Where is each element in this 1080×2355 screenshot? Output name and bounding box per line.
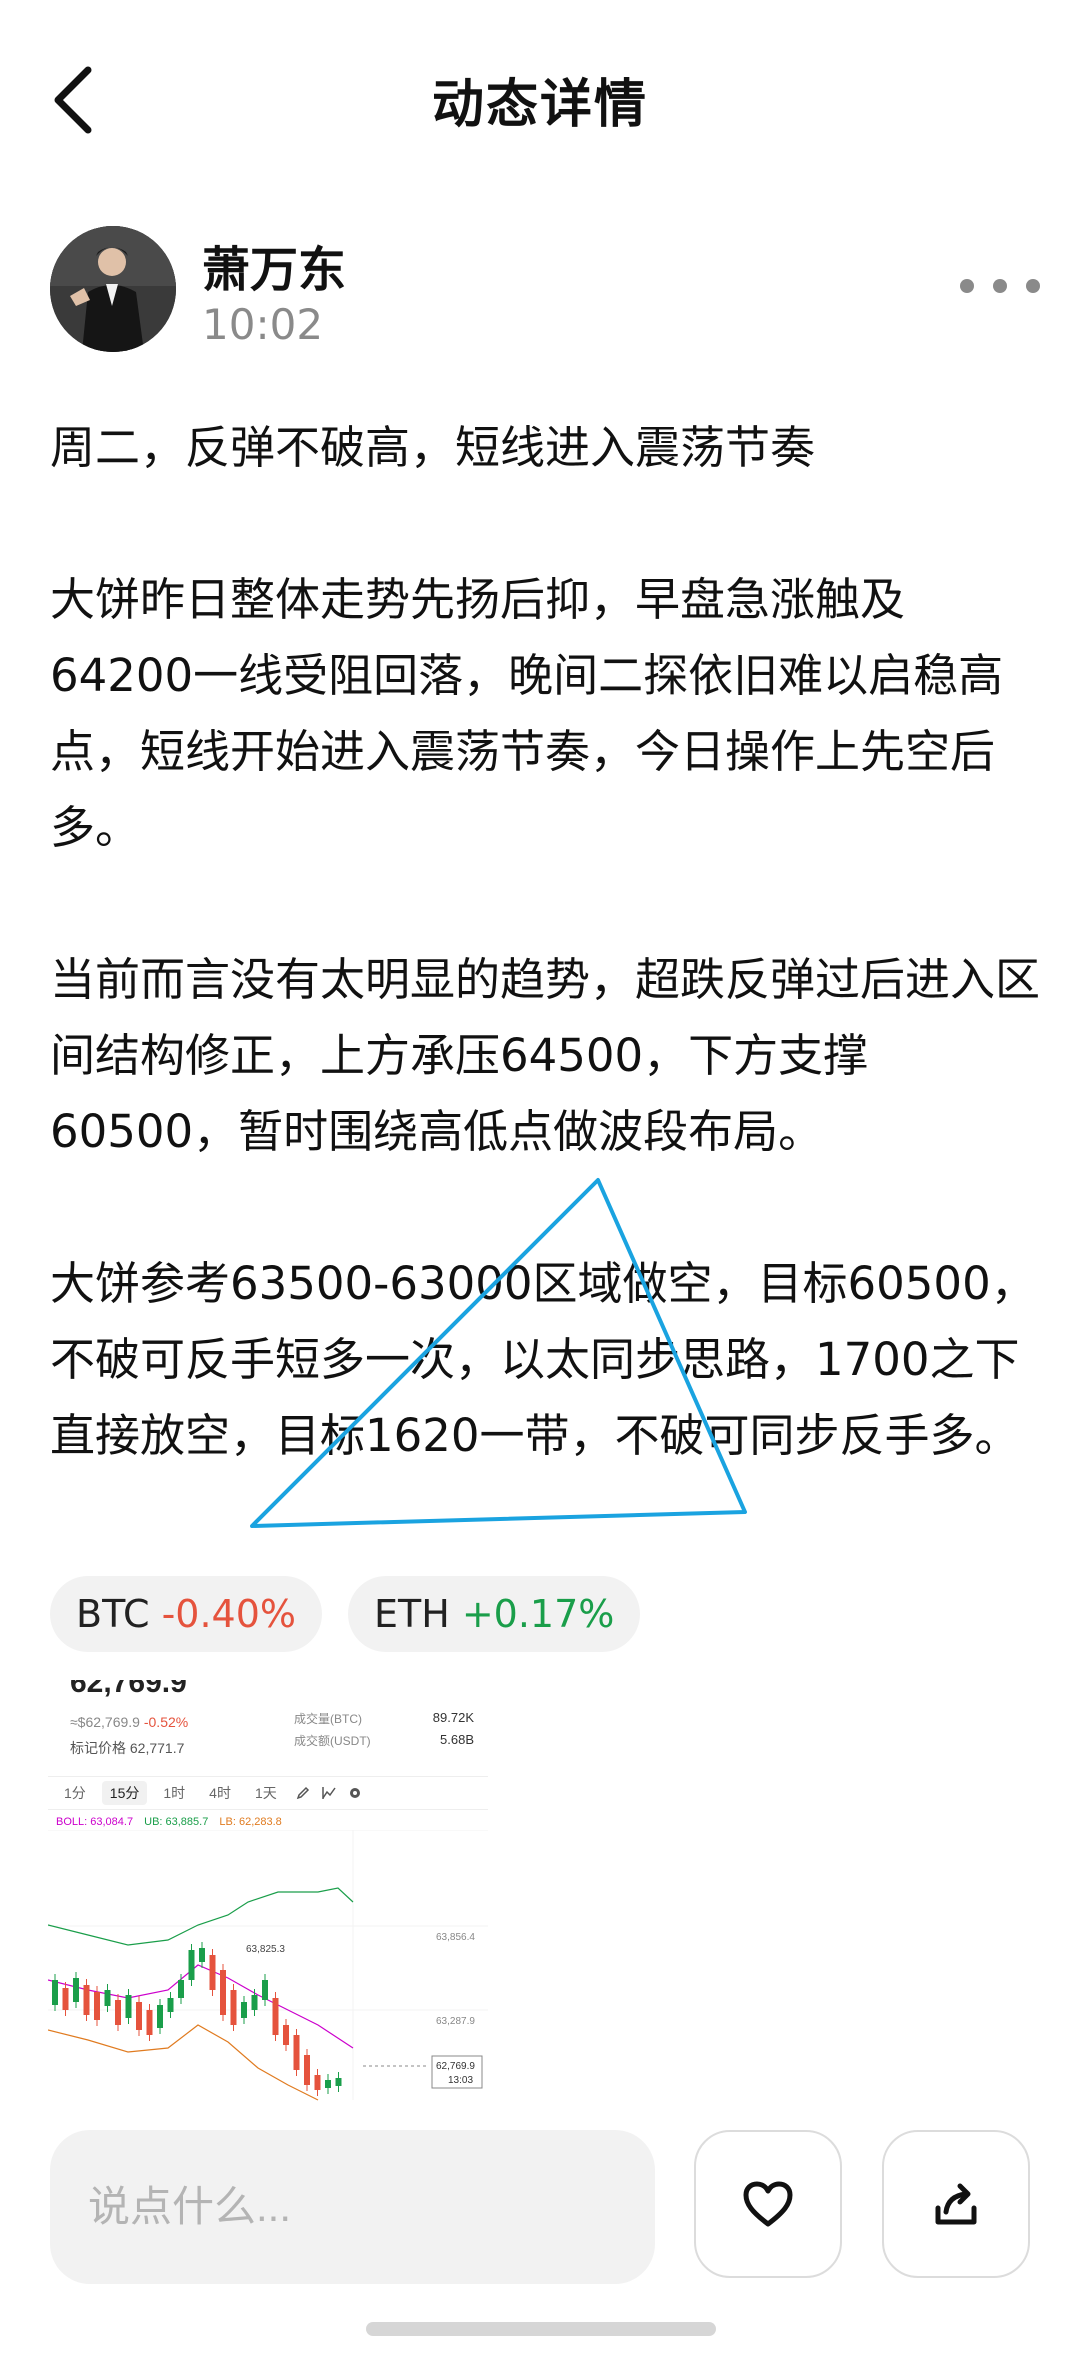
comment-input[interactable] bbox=[50, 2130, 655, 2284]
interval-tab: 1天 bbox=[254, 1785, 277, 1801]
stat-label: 成交量(BTC) bbox=[294, 1712, 362, 1726]
coin-change: -0.40% bbox=[161, 1592, 297, 1636]
like-button[interactable] bbox=[694, 2130, 842, 2278]
candle-body bbox=[220, 1970, 226, 2015]
author-name[interactable]: 萧万东 bbox=[202, 230, 346, 300]
candle-body bbox=[304, 2055, 310, 2085]
candle-body bbox=[325, 2080, 331, 2088]
more-dots-icon bbox=[960, 279, 974, 293]
candle-body bbox=[146, 2010, 153, 2035]
stat-value: 5.68B bbox=[440, 1732, 474, 1747]
author-row: 萧万东 10:02 bbox=[50, 226, 1040, 356]
candle-body bbox=[157, 2005, 163, 2028]
pen-icon bbox=[296, 1786, 309, 1800]
avatar[interactable] bbox=[50, 226, 176, 352]
candle-body bbox=[178, 1980, 184, 1998]
boll-value: BOLL: 63,084.7 bbox=[56, 1816, 134, 1828]
candle-body bbox=[167, 1998, 174, 2012]
candle-body bbox=[199, 1948, 205, 1962]
peak-label: 63,825.3 bbox=[246, 1944, 285, 1955]
stat-label: 成交额(USDT) bbox=[294, 1734, 371, 1748]
avatar-image bbox=[50, 226, 176, 352]
page-title: 动态详情 bbox=[431, 75, 648, 135]
last-time-label: 13:03 bbox=[448, 2075, 473, 2086]
candle-body bbox=[272, 1998, 279, 2035]
candle-body bbox=[283, 2025, 289, 2045]
candle-body bbox=[230, 1990, 237, 2025]
candle-body bbox=[115, 2000, 121, 2025]
more-options-button[interactable] bbox=[960, 266, 1040, 306]
interval-tab: 1时 bbox=[163, 1785, 186, 1801]
candle-body bbox=[83, 1985, 90, 2015]
chart-approx-change: -0.52% bbox=[143, 1714, 189, 1730]
candle-body bbox=[241, 2002, 247, 2018]
boll-ub: UB: 63,885.7 bbox=[144, 1816, 209, 1828]
candle-body bbox=[73, 1978, 79, 2002]
chart-mark: 标记价格 62,771.7 bbox=[70, 1738, 184, 1758]
more-dots-icon bbox=[993, 279, 1007, 293]
boll-legend: BOLL: 63,084.7 UB: 63,885.7 LB: 62,283.8 bbox=[56, 1816, 282, 1828]
chart-mark-value: 62,771.7 bbox=[129, 1740, 185, 1756]
chart-stat-volume: 成交量(BTC) 89.72K bbox=[294, 1710, 474, 1727]
coin-tag-eth[interactable]: ETH +0.17% bbox=[348, 1576, 641, 1652]
coin-change: +0.17% bbox=[461, 1592, 615, 1636]
post-paragraph: 大饼昨日整体走势先扬后抑，早盘急涨触及64200一线受阻回落，晚间二探依旧难以启… bbox=[50, 573, 1004, 854]
candle-body bbox=[262, 1980, 268, 2000]
candle-body bbox=[293, 2035, 300, 2070]
chart-mark-label: 标记价格 bbox=[70, 1740, 126, 1756]
coin-symbol: BTC bbox=[76, 1592, 150, 1636]
interval-tab: 1分 bbox=[64, 1785, 86, 1801]
candle-body bbox=[188, 1950, 195, 1980]
chart-approx-value: ≈$62,769.9 bbox=[70, 1714, 140, 1730]
chart-approx: ≈$62,769.9 -0.52% bbox=[70, 1714, 188, 1730]
candle-body bbox=[209, 1955, 216, 1990]
level-high: 63,856.4 bbox=[436, 1932, 475, 1943]
candle-body bbox=[136, 2002, 142, 2030]
level-mid: 63,287.9 bbox=[436, 2016, 475, 2027]
candle-body bbox=[94, 1992, 100, 2020]
candlestick-plot: 63,825.3 63,856.4 63,287.9 62,769.9 13:0… bbox=[48, 1830, 488, 2101]
share-icon bbox=[935, 2183, 977, 2225]
coin-tag-btc[interactable]: BTC -0.40% bbox=[50, 1576, 323, 1652]
attached-chart-image[interactable]: 62,769.9 ≈$62,769.9 -0.52% 标记价格 62,771.7… bbox=[48, 1680, 488, 2120]
interval-tab: 4时 bbox=[209, 1785, 231, 1801]
candle-body bbox=[52, 1980, 58, 2005]
post-paragraph: 大饼参考63500-63000区域做空，目标60500，不破可反手短多一次，以太… bbox=[50, 1257, 1036, 1462]
header: 动态详情 bbox=[0, 0, 1080, 200]
boll-lb: LB: 62,283.8 bbox=[219, 1816, 282, 1828]
coin-tags: BTC -0.40% ETH +0.17% bbox=[50, 1576, 641, 1652]
share-button[interactable] bbox=[882, 2130, 1030, 2278]
indicator-icon bbox=[322, 1787, 336, 1799]
candle-body bbox=[125, 1995, 132, 2018]
more-dots-icon bbox=[1026, 279, 1040, 293]
post-body: 周二，反弹不破高，短线进入震荡节奏 大饼昨日整体走势先扬后抑，早盘急涨触及642… bbox=[50, 410, 1040, 1474]
post-time: 10:02 bbox=[202, 300, 324, 349]
gear-icon bbox=[349, 1788, 360, 1798]
home-indicator[interactable] bbox=[366, 2322, 716, 2336]
candle-body bbox=[251, 1995, 258, 2010]
interval-tab: 15分 bbox=[101, 1781, 148, 1805]
candle-body bbox=[104, 1990, 111, 2006]
candle-body bbox=[62, 1988, 69, 2010]
post-paragraph: 周二，反弹不破高，短线进入震荡节奏 bbox=[50, 421, 816, 474]
heart-icon bbox=[743, 2181, 793, 2227]
coin-symbol: ETH bbox=[374, 1592, 450, 1636]
last-price-label: 62,769.9 bbox=[436, 2061, 475, 2072]
bottom-action-bar bbox=[0, 2120, 1080, 2355]
chart-stat-turnover: 成交额(USDT) 5.68B bbox=[294, 1732, 474, 1749]
chart-price: 62,769.9 bbox=[70, 1680, 187, 1699]
chart-interval-tabs: 1分 15分 1时 4时 1天 bbox=[48, 1776, 488, 1810]
candle-body bbox=[314, 2075, 321, 2090]
post-paragraph: 当前而言没有太明显的趋势，超跌反弹过后进入区间结构修正，上方承压64500，下方… bbox=[50, 953, 1041, 1158]
stat-value: 89.72K bbox=[432, 1710, 474, 1725]
candle-body bbox=[335, 2078, 342, 2086]
